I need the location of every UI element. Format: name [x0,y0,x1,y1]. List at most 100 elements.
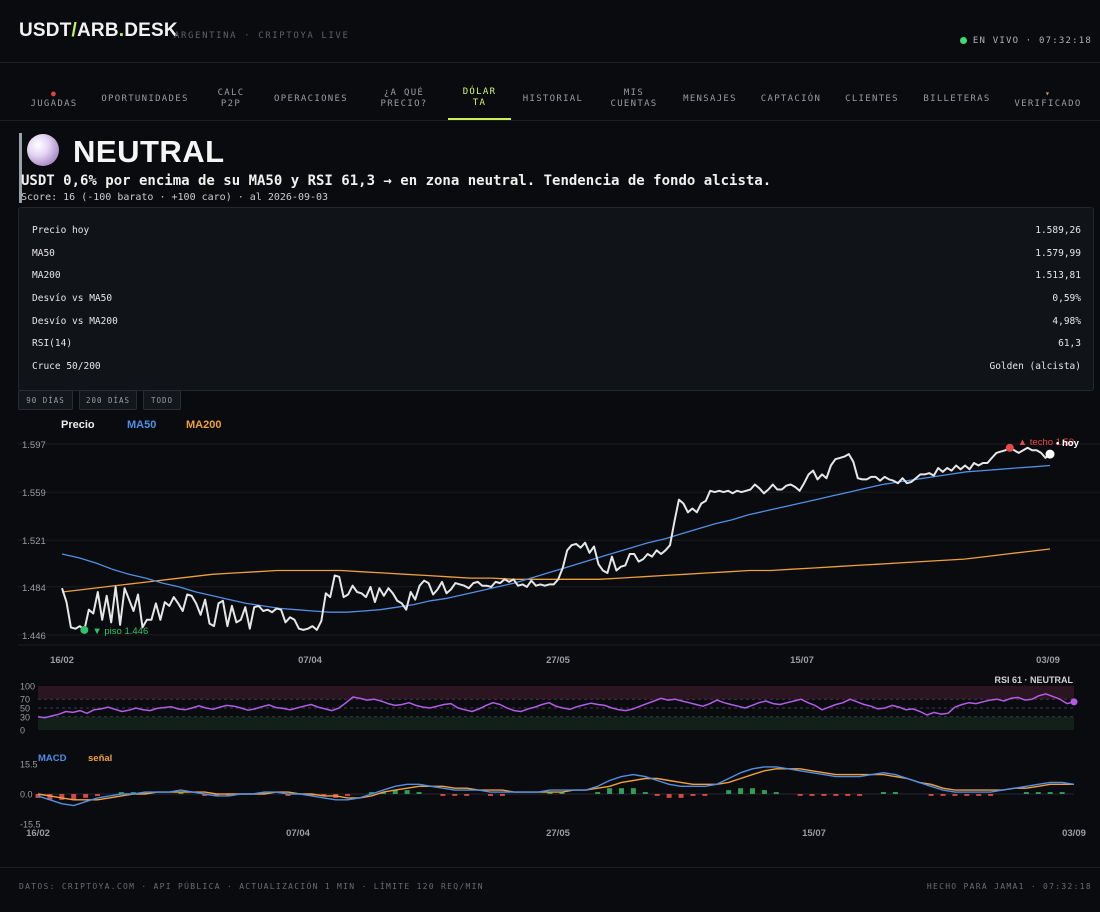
macd-histogram-bar [857,794,863,796]
tab-verificado[interactable]: ▾ VERIFICADO [1010,78,1086,120]
stat-label: RSI(14) [32,338,73,349]
macd-x-tick-label: 16/02 [26,828,50,839]
macd-histogram-bar [1047,792,1053,794]
macd-histogram-bar [690,794,696,796]
macd-histogram-bar [726,790,732,794]
stat-row: Desvío vs MA200 4,98% [32,316,1081,327]
legend-ma50: MA50 [127,419,157,431]
stat-row: MA200 1.513,81 [32,270,1081,281]
macd-histogram-bar [738,788,744,794]
tab-label: P2P [220,99,242,109]
y-tick-label: 1.597 [22,440,46,451]
macd-x-tick-label: 07/04 [286,828,310,839]
brand-part: DESK [124,20,178,41]
macd-histogram-bar [833,794,839,796]
macd-histogram-bar [654,794,660,796]
rsi-tick-label: 0 [20,726,25,736]
stat-label: MA50 [32,248,55,259]
tab-mensajes[interactable]: MENSAJES [678,78,742,120]
stat-row: MA50 1.579,99 [32,248,1081,259]
price-chart: 1.597 1.559 1.521 1.484 1.446 16/02 07/04 27/05… [18,437,1100,839]
legend-ma200: MA200 [186,419,222,431]
stat-value: 0,59% [1052,293,1081,304]
range-90-days-button[interactable]: 90 DÍAS [18,390,73,410]
stat-row: Cruce 50/200 Golden (alcista) [32,361,1081,372]
main-nav: ● JUGADAS OPORTUNIDADES CALC P2P OPERACION… [0,78,1100,121]
tab-operaciones[interactable]: OPERACIONES [268,78,354,120]
macd-histogram-bar [642,792,648,794]
legend-price: Precio [61,419,95,431]
macd-panel: MACD señal15.50.0-15.516/02 07/04 27/05 15/0… [20,753,1086,839]
tab-mis-cuentas[interactable]: MIS CUENTAS [602,78,666,120]
macd-histogram-bar [678,794,684,798]
tab-label: MENSAJES [683,93,737,104]
macd-histogram-bar [1059,792,1065,794]
tab-label: OPERACIONES [274,93,348,104]
tab-jugadas[interactable]: ● JUGADAS [22,78,86,120]
tab-captacion[interactable]: CAPTACIÓN [754,78,828,120]
shield-icon: ▾ [1044,89,1052,98]
overbought-zone [38,686,1074,700]
tab-a-que-precio[interactable]: ¿A QUÉ PRECIO? [372,78,436,120]
tab-oportunidades[interactable]: OPORTUNIDADES [96,78,194,120]
low-annotation: ▼ piso 1.446 [92,626,148,637]
macd-histogram-bar [964,794,970,796]
tab-historial[interactable]: HISTORIAL [518,78,588,120]
macd-x-tick-label: 15/07 [802,828,826,839]
macd-histogram-bar [761,790,767,794]
stat-value: Golden (alcista) [989,361,1081,372]
brand-logo[interactable]: USDT/ARB.DESK [19,20,178,42]
macd-histogram-bar [618,788,624,794]
legend-macd: MACD [38,753,67,764]
macd-x-tick-label: 27/05 [546,828,570,839]
macd-histogram-bar [95,794,101,796]
footer-credit: HECHO PARA JAMA1 · 07:32:18 [926,882,1092,891]
tab-label: BILLETERAS [923,93,991,104]
live-label: EN VIVO · 07:32:18 [972,36,1092,46]
footer: DATOS: CRIPTOYA.COM · API PÚBLICA · ACTU… [0,867,1100,912]
macd-histogram-bar [702,794,708,796]
tab-dolar-ta[interactable]: DÓLAR TA [448,78,511,120]
y-tick-label: 1.484 [22,583,46,594]
signal-summary: USDT 0,6% por encima de su MA50 y RSI 61… [21,173,772,189]
today-marker-icon [1045,449,1055,459]
neutral-orb-icon [27,134,59,166]
macd-histogram-bar [809,794,815,796]
macd-histogram-bar [821,794,827,796]
x-tick-label: 07/04 [298,655,322,666]
macd-histogram-bar [749,788,755,794]
tab-label: ¿A QUÉ [383,88,425,98]
stat-row: Precio hoy 1.589,26 [32,225,1081,236]
macd-histogram-bar [83,794,89,798]
tab-clientes[interactable]: CLIENTES [840,78,904,120]
macd-histogram-bar [1023,792,1029,794]
tab-label: CUENTAS [610,99,658,109]
stat-row: Desvío vs MA50 0,59% [32,293,1081,304]
macd-tick-label: 15.5 [20,760,38,770]
range-all-button[interactable]: TODO [143,390,181,410]
stats-panel: Precio hoy 1.589,26 MA50 1.579,99 MA200 1.5… [18,207,1094,391]
top-bar: USDT/ARB.DESK ARGENTINA · CRIPTOYA LIVE … [0,0,1100,63]
macd-histogram-bar [952,794,958,796]
macd-histogram-bar [345,794,351,796]
macd-line [37,766,1075,807]
macd-histogram-bar [499,794,505,796]
macd-histogram-bar [452,794,458,796]
tab-label: VERIFICADO [1014,99,1082,109]
high-marker-icon [1005,443,1014,452]
stat-label: Desvío vs MA200 [32,316,118,327]
app-subtitle: ARGENTINA · CRIPTOYA LIVE [174,31,350,41]
oversold-zone [38,716,1074,730]
macd-histogram-bar [845,794,851,796]
tab-billeteras[interactable]: BILLETERAS [918,78,996,120]
stat-value: 1.579,99 [1035,248,1081,259]
tab-calc-p2p[interactable]: CALC P2P [206,78,256,120]
macd-x-tick-label: 03/09 [1062,828,1086,839]
macd-histogram-bar [595,792,601,794]
rsi-tick-label: 30 [20,712,30,722]
range-200-days-button[interactable]: 200 DÍAS [79,390,137,410]
legend-signal: señal [88,753,112,764]
macd-histogram-bar [607,788,613,794]
macd-histogram-bar [488,794,494,796]
macd-histogram-bar [797,794,803,796]
